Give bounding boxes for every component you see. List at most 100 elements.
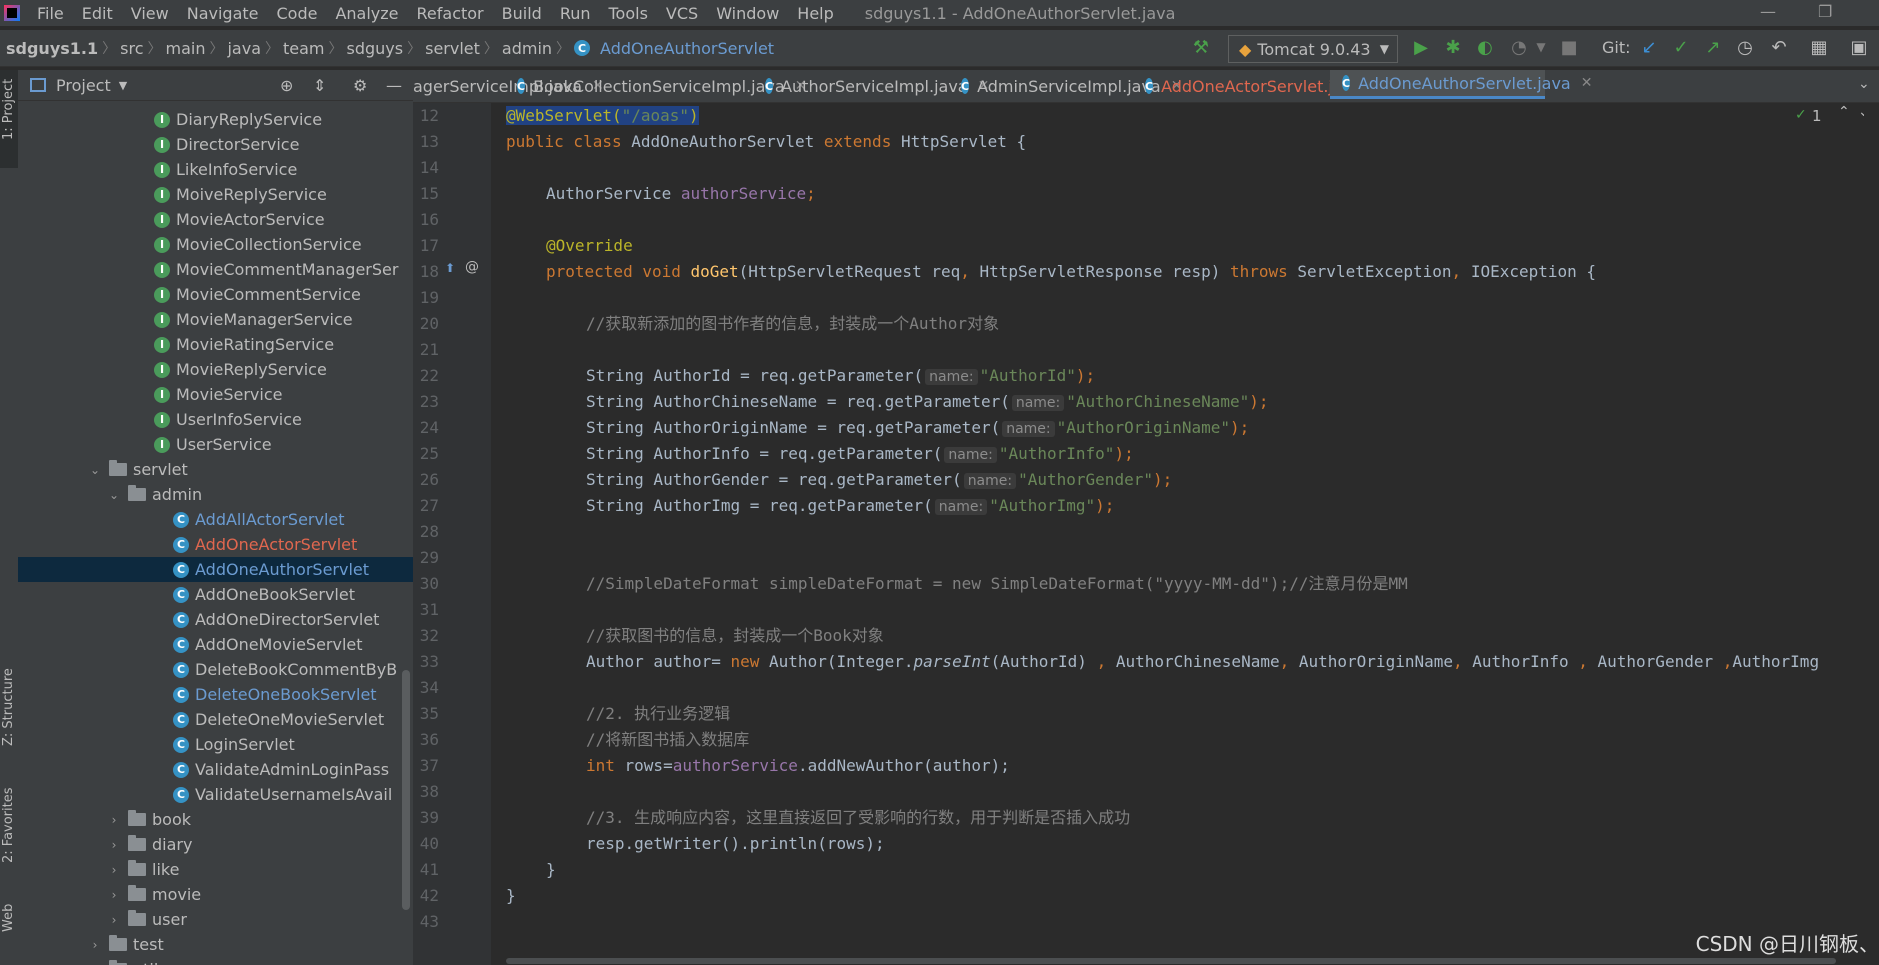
tree-item[interactable]: C ValidateAdminLoginPass xyxy=(18,757,413,782)
tree-item[interactable]: › movie xyxy=(18,882,413,907)
previous-highlight-icon[interactable]: ⌃ xyxy=(1838,104,1850,120)
menu-analyze[interactable]: Analyze xyxy=(326,4,407,23)
breadcrumb-servlet[interactable]: servlet xyxy=(421,39,484,58)
hide-panel-icon[interactable]: — xyxy=(386,76,402,95)
stop-icon[interactable]: ■ xyxy=(1556,34,1582,60)
layout-icon[interactable]: ▣ xyxy=(1846,34,1872,60)
tree-item[interactable]: I DirectorService xyxy=(18,132,413,157)
inspection-ok-icon[interactable]: ✓ xyxy=(1795,107,1807,123)
tree-item[interactable]: I MovieRatingService xyxy=(18,332,413,357)
chevron-right-icon[interactable]: › xyxy=(106,813,122,827)
git-push-icon[interactable]: ↗ xyxy=(1700,34,1726,60)
tree-item[interactable]: I MovieActorService xyxy=(18,207,413,232)
debug-icon[interactable]: ✱ xyxy=(1440,34,1466,60)
breadcrumb-file[interactable]: AddOneAuthorServlet xyxy=(596,39,778,58)
run-configuration-select[interactable]: ◆ Tomcat 9.0.43 ▼ xyxy=(1228,35,1398,63)
breadcrumb-team[interactable]: team xyxy=(279,39,329,58)
tree-item[interactable]: C ValidateUsernameIsAvail xyxy=(18,782,413,807)
editor-tab[interactable]: agerServiceImpl.java ✕ xyxy=(413,70,604,102)
tree-item[interactable]: C AddAllActorServlet xyxy=(18,507,413,532)
project-panel-title[interactable]: Project xyxy=(56,76,111,95)
run-icon[interactable]: ▶ xyxy=(1408,34,1434,60)
tree-item[interactable]: › user xyxy=(18,907,413,932)
git-update-icon[interactable]: ↙ xyxy=(1636,34,1662,60)
breadcrumb-java[interactable]: java xyxy=(223,39,265,58)
editor-tab[interactable]: C BookCollectionServiceImpl.java ✕ xyxy=(505,70,806,102)
menu-help[interactable]: Help xyxy=(788,4,842,23)
tree-item[interactable]: ›util xyxy=(18,957,413,965)
chevron-right-icon[interactable]: › xyxy=(106,838,122,852)
menu-refactor[interactable]: Refactor xyxy=(408,4,493,23)
tree-item[interactable]: › book xyxy=(18,807,413,832)
breadcrumb-src[interactable]: src xyxy=(116,39,147,58)
build-hammer-icon[interactable]: ⚒ xyxy=(1188,34,1214,60)
tree-item[interactable]: I UserInfoService xyxy=(18,407,413,432)
breadcrumb-main[interactable]: main xyxy=(161,39,209,58)
collapse-all-icon[interactable]: ⇕ xyxy=(313,76,326,95)
menu-edit[interactable]: Edit xyxy=(73,4,122,23)
menu-code[interactable]: Code xyxy=(268,4,327,23)
tree-item[interactable]: I MovieReplyService xyxy=(18,357,413,382)
close-tab-icon[interactable]: ✕ xyxy=(1581,75,1593,91)
breadcrumb-sdguys[interactable]: sdguys xyxy=(343,39,408,58)
tree-item[interactable]: ⌄ servlet xyxy=(18,457,413,482)
locate-icon[interactable]: ⊕ xyxy=(280,76,293,95)
tree-item[interactable]: C DeleteOneBookServlet xyxy=(18,682,413,707)
coverage-icon[interactable]: ◐ xyxy=(1472,34,1498,60)
tree-item[interactable]: C AddOneActorServlet xyxy=(18,532,413,557)
rollback-icon[interactable]: ↶ xyxy=(1766,34,1792,60)
tree-item[interactable]: C LoginServlet xyxy=(18,732,413,757)
editor-tab[interactable]: C AuthorServiceImpl.java ✕ xyxy=(753,70,989,102)
tree-item[interactable]: I MovieManagerService xyxy=(18,307,413,332)
stripe-project-label[interactable]: 1: Project xyxy=(1,79,16,140)
stripe-structure-label[interactable]: Z: Structure xyxy=(1,668,16,746)
stripe-favorites-label[interactable]: 2: Favorites xyxy=(1,787,16,863)
project-structure-icon[interactable]: ▦ xyxy=(1806,34,1832,60)
menu-navigate[interactable]: Navigate xyxy=(178,4,268,23)
tree-item[interactable]: ⌄ admin xyxy=(18,482,413,507)
tree-item[interactable]: I MovieService xyxy=(18,382,413,407)
menu-vcs[interactable]: VCS xyxy=(657,4,707,23)
tree-item[interactable]: C AddOneBookServlet xyxy=(18,582,413,607)
git-commit-icon[interactable]: ✓ xyxy=(1668,34,1694,60)
chevron-right-icon[interactable]: › xyxy=(106,888,122,902)
tree-item[interactable]: I MovieCommentService xyxy=(18,282,413,307)
menu-view[interactable]: View xyxy=(122,4,178,23)
menu-run[interactable]: Run xyxy=(551,4,600,23)
tree-item[interactable]: I DiaryReplyService xyxy=(18,107,413,132)
annotation-marker-icon[interactable]: @ xyxy=(465,259,479,275)
tree-item[interactable]: I MoiveReplyService xyxy=(18,182,413,207)
tree-item[interactable]: C DeleteBookCommentByB xyxy=(18,657,413,682)
chevron-down-icon[interactable]: ▼ xyxy=(119,79,127,92)
editor-tab[interactable]: C AddOneAuthorServlet.java ✕ xyxy=(1330,70,1592,99)
tree-item[interactable]: C AddOneDirectorServlet xyxy=(18,607,413,632)
menu-window[interactable]: Window xyxy=(707,4,788,23)
tree-item[interactable]: › diary xyxy=(18,832,413,857)
gear-icon[interactable]: ⚙ xyxy=(353,76,367,95)
tree-item[interactable]: › test xyxy=(18,932,413,957)
tree-item[interactable]: › like xyxy=(18,857,413,882)
menu-tools[interactable]: Tools xyxy=(600,4,657,23)
editor-tab[interactable]: C AdminServiceImpl.java ✕ xyxy=(949,70,1182,102)
tree-item[interactable]: I MovieCollectionService xyxy=(18,232,413,257)
chevron-right-icon[interactable]: › xyxy=(106,913,122,927)
code-editor[interactable]: @WebServlet("/aoas") public class AddOneA… xyxy=(491,103,1864,958)
tree-item[interactable]: C DeleteOneMovieServlet xyxy=(18,707,413,732)
tree-item[interactable]: I LikeInfoService xyxy=(18,157,413,182)
tree-item[interactable]: I MovieCommentManagerSer xyxy=(18,257,413,282)
editor-horizontal-scrollbar[interactable] xyxy=(491,956,1864,965)
tree-item[interactable]: C AddOneMovieServlet xyxy=(18,632,413,657)
breadcrumb-admin[interactable]: admin xyxy=(498,39,556,58)
editor-tab[interactable]: CAddOneActorServlet.java✕ xyxy=(1133,70,1384,102)
chevron-down-icon[interactable]: ▼ xyxy=(1528,34,1554,60)
chevron-down-icon[interactable]: ⌄ xyxy=(106,488,122,502)
minimize-icon[interactable]: — xyxy=(1760,2,1776,21)
tree-scrollbar[interactable] xyxy=(402,670,410,910)
tab-list-chevron-icon[interactable]: ⌄ xyxy=(1858,76,1870,92)
chevron-down-icon[interactable]: ⌄ xyxy=(87,463,103,477)
tree-item[interactable]: I UserService xyxy=(18,432,413,457)
menu-build[interactable]: Build xyxy=(493,4,551,23)
history-icon[interactable]: ◷ xyxy=(1732,34,1758,60)
breadcrumb-project[interactable]: sdguys1.1 xyxy=(0,39,102,58)
editor-vertical-scrollbar[interactable] xyxy=(1864,103,1879,958)
